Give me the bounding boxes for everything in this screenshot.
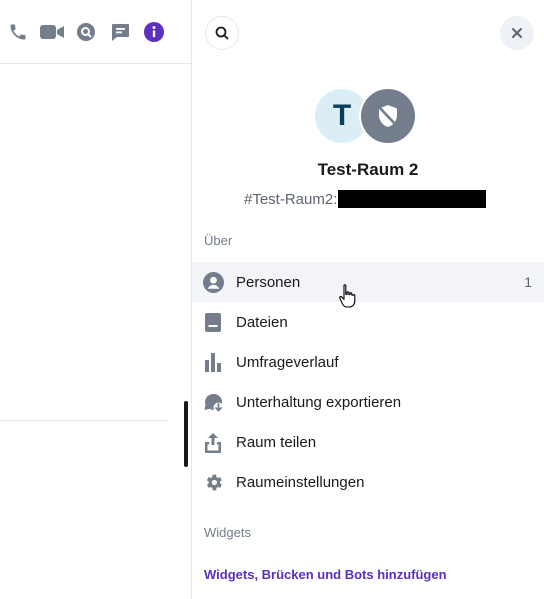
person-icon [202, 271, 224, 293]
room-info-panel: T Test-Raum 2 #Test-Raum2: Über Personen… [192, 0, 544, 599]
close-panel-button[interactable] [500, 16, 534, 50]
menu-item-share-room[interactable]: Raum teilen [192, 422, 544, 462]
info-icon[interactable] [143, 21, 165, 43]
member-count: 1 [524, 274, 532, 290]
share-icon [202, 431, 224, 453]
menu-item-label: Dateien [236, 313, 288, 331]
redaction-bar [338, 190, 487, 208]
hand-cursor-icon [339, 284, 356, 308]
menu-item-export-chat[interactable]: Unterhaltung exportieren [192, 382, 544, 422]
menu-item-poll-history[interactable]: Umfrageverlauf [192, 342, 544, 382]
menu-item-label: Personen [236, 273, 301, 291]
section-about: Über [204, 233, 233, 248]
room-alias-text: #Test-Raum2: [244, 190, 338, 208]
search-icon[interactable] [75, 21, 97, 43]
poll-icon [202, 351, 224, 373]
file-icon [202, 311, 224, 333]
menu-item-label: Umfrageverlauf [236, 353, 339, 371]
section-widgets: Widgets [204, 525, 251, 540]
room-alias: #Test-Raum2: [244, 190, 487, 208]
room-header [0, 0, 191, 64]
room-avatars: T [315, 87, 419, 145]
export-icon [202, 391, 224, 413]
resize-handle[interactable] [184, 401, 188, 467]
close-icon [512, 28, 522, 38]
video-icon[interactable] [39, 21, 65, 43]
settings-icon [202, 471, 224, 493]
search-icon [215, 26, 229, 40]
timeline-pane [0, 0, 191, 599]
phone-icon[interactable] [7, 21, 29, 43]
threads-icon[interactable] [109, 21, 131, 43]
menu-item-room-settings[interactable]: Raumeinstellungen [192, 462, 544, 502]
menu-item-files[interactable]: Dateien [192, 302, 544, 342]
add-widgets-link[interactable]: Widgets, Brücken und Bots hinzufügen [204, 567, 447, 582]
room-search-button[interactable] [205, 16, 239, 50]
menu-item-label: Raum teilen [236, 433, 317, 451]
timeline-divider [0, 420, 168, 421]
encryption-avatar [359, 87, 417, 145]
menu-item-people[interactable]: Personen 1 [192, 262, 544, 302]
menu-item-label: Unterhaltung exportieren [236, 393, 402, 411]
room-name: Test-Raum 2 [317, 160, 419, 179]
shield-off-icon [377, 105, 399, 128]
menu-item-label: Raumeinstellungen [236, 473, 365, 491]
